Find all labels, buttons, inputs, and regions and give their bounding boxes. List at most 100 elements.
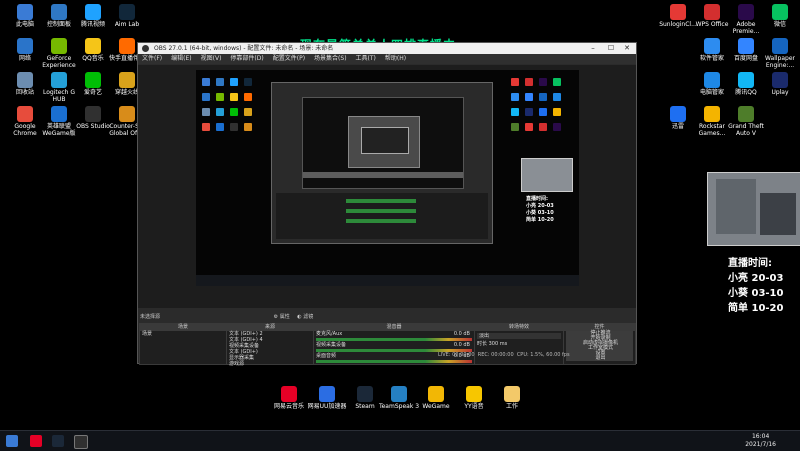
- nested-icon: [511, 78, 519, 86]
- control-button[interactable]: 退出: [566, 356, 633, 361]
- nested-icon: [539, 93, 547, 101]
- app-icon: [428, 386, 444, 402]
- mixer-track[interactable]: 视频采集设备 0.0 dB: [314, 342, 474, 348]
- mixer-track-name: 麦克风/Aux: [316, 331, 343, 337]
- nested-schedule: 直播时间: 小亮 20-03 小葵 03-10 简单 10-20: [526, 196, 554, 223]
- app-icon: [85, 72, 101, 88]
- icon-label: Grand Theft Auto V: [728, 123, 764, 137]
- netease-music-taskbar-icon[interactable]: [30, 435, 42, 447]
- app-icon: [119, 4, 135, 20]
- desktop-icon[interactable]: Grand Theft Auto V: [723, 106, 769, 137]
- desktop-icon[interactable]: 工作: [489, 386, 535, 410]
- menu-item[interactable]: 工具(T): [356, 55, 376, 62]
- nested-icon: [539, 108, 547, 116]
- nested-icon: [525, 123, 533, 131]
- nested-desktop-icons: [202, 78, 262, 258]
- nested-icon: [553, 123, 561, 131]
- app-icon: [704, 72, 720, 88]
- nested-icon: [216, 93, 224, 101]
- obs-taskbar-icon[interactable]: [74, 435, 88, 449]
- properties-button[interactable]: ⚙ 属性: [274, 314, 290, 320]
- camera-feed: [707, 172, 800, 246]
- menu-item[interactable]: 视图(V): [201, 55, 222, 62]
- source-item[interactable]: 游戏源: [227, 361, 313, 367]
- nested-icon: [230, 108, 238, 116]
- nested-icon: [244, 93, 252, 101]
- app-icon: [357, 386, 373, 402]
- nested-icon: [525, 108, 533, 116]
- nested-icon: [511, 93, 519, 101]
- nested-icon: [244, 123, 252, 131]
- menu-item[interactable]: 配置文件(P): [273, 55, 305, 62]
- menu-item[interactable]: 帮助(H): [385, 55, 406, 62]
- nested-icon: [553, 108, 561, 116]
- transitions-dock-title: 转场特效: [475, 324, 563, 331]
- icon-label: Wallpaper Engine:...: [764, 55, 795, 69]
- app-icon: [738, 106, 754, 122]
- filters-button[interactable]: ◐ 滤镜: [297, 314, 313, 320]
- menu-item[interactable]: 场景集合(S): [314, 55, 347, 62]
- transition-duration[interactable]: 时长 300 ms: [475, 341, 563, 347]
- mixer-track[interactable]: 麦克风/Aux 0.0 dB: [314, 331, 474, 337]
- app-icon: [119, 106, 135, 122]
- app-icon: [51, 38, 67, 54]
- desktop-icon[interactable]: 微信: [757, 4, 800, 28]
- sources-dock[interactable]: 来源 文本 (GDI+) 2 文本 (GDI+) 4 视频采集设备 文本 (GDI+)…: [226, 323, 314, 367]
- menu-item[interactable]: 文件(F): [142, 55, 162, 62]
- desktop-icon[interactable]: Aim Lab: [104, 4, 150, 28]
- obs-titlebar[interactable]: OBS 27.0.1 (64-bit, windows) - 配置文件: 未命名…: [138, 43, 636, 54]
- taskbar: 16:04 2021/7/16: [0, 430, 800, 451]
- app-icon: [51, 72, 67, 88]
- app-icon: [704, 4, 720, 20]
- taskbar-clock[interactable]: 16:04 2021/7/16: [745, 433, 776, 449]
- app-icon: [319, 386, 335, 402]
- volume-meter[interactable]: [316, 338, 472, 341]
- windows-start-icon[interactable]: [6, 435, 18, 447]
- transitions-dock[interactable]: 转场特效 淡出 时长 300 ms: [474, 323, 564, 365]
- minimize-button[interactable]: –: [586, 43, 600, 54]
- app-icon: [670, 106, 686, 122]
- controls-dock[interactable]: 控件 停止推流 开始录制 启动虚拟摄像机 工作室模式 设置 退出: [563, 323, 636, 365]
- maximize-button[interactable]: ☐: [604, 43, 618, 54]
- app-icon: [391, 386, 407, 402]
- sources-dock-title: 来源: [227, 324, 313, 331]
- schedule-title: 直播时间:: [728, 258, 772, 269]
- nested-camera-feed: [521, 158, 573, 192]
- app-icon: [738, 38, 754, 54]
- obs-preview-canvas[interactable]: 直播时间: 小亮 20-03 小葵 03-10 简单 10-20: [196, 70, 579, 286]
- scenes-dock-title: 场景: [140, 324, 226, 331]
- obs-window[interactable]: OBS 27.0.1 (64-bit, windows) - 配置文件: 未命名…: [137, 42, 637, 367]
- close-button[interactable]: ✕: [620, 43, 634, 54]
- app-icon: [738, 4, 754, 20]
- nested-icon: [553, 78, 561, 86]
- mixer-dock[interactable]: 混音器 麦克风/Aux 0.0 dB 视频采集设备 0.0 dB 桌面音频 0.0 dB: [313, 323, 475, 365]
- transition-select[interactable]: 淡出: [477, 333, 561, 339]
- menu-item[interactable]: 停靠部件(D): [230, 55, 263, 62]
- app-icon: [17, 72, 33, 88]
- mixer-dock-title: 混音器: [314, 324, 474, 331]
- steam-taskbar-icon[interactable]: [52, 435, 64, 447]
- app-icon: [17, 38, 33, 54]
- mixer-track-name: 桌面音频: [316, 353, 337, 359]
- desktop-icon[interactable]: Wallpaper Engine:...: [757, 38, 800, 69]
- mixer-track-db: 0.0 dB: [453, 331, 470, 337]
- app-icon: [281, 386, 297, 402]
- icon-label: 微信: [773, 21, 786, 28]
- scenes-dock[interactable]: 场景 场景: [139, 323, 227, 365]
- volume-meter[interactable]: [316, 360, 472, 363]
- nested-icon: [202, 78, 210, 86]
- app-icon: [772, 4, 788, 20]
- nested-icon: [511, 123, 519, 131]
- nested-icon: [244, 78, 252, 86]
- obs-statusbar: LIVE: 00:00:00 REC: 00:00:00 CPU: 1.5%, …: [438, 352, 570, 358]
- app-icon: [51, 106, 67, 122]
- scene-item[interactable]: 场景: [140, 331, 226, 337]
- app-icon: [85, 106, 101, 122]
- desktop-icon[interactable]: Uplay: [757, 72, 800, 96]
- menu-item[interactable]: 编辑(E): [171, 55, 191, 62]
- nested-icon: [230, 78, 238, 86]
- obs-preview-area[interactable]: 直播时间: 小亮 20-03 小葵 03-10 简单 10-20: [138, 65, 636, 308]
- mixer-track-name: 视频采集设备: [316, 342, 347, 348]
- nested-icon: [525, 78, 533, 86]
- nested-icon: [511, 108, 519, 116]
